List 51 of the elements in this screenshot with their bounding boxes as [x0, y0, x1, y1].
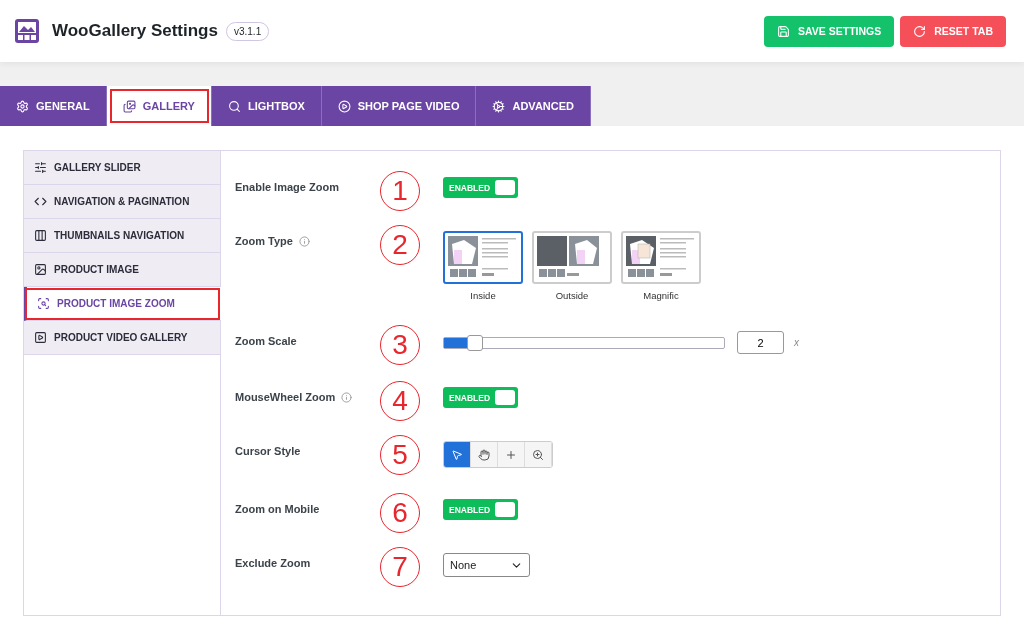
cursor-option[interactable]	[525, 442, 552, 467]
tab[interactable]: SHOP PAGE VIDEO	[321, 86, 477, 126]
logo-icon	[14, 18, 40, 44]
zoom-frame-icon	[37, 297, 50, 310]
pointer-icon	[451, 448, 463, 461]
setting-label: Zoom Type	[235, 235, 293, 247]
sidebar-item[interactable]: GALLERY SLIDER	[24, 151, 220, 185]
option-label: Outside	[555, 290, 589, 301]
setting-label: Exclude Zoom	[235, 557, 311, 569]
cursor-option[interactable]	[498, 442, 525, 467]
gallery-icon	[122, 99, 136, 113]
sidebar-item[interactable]: PRODUCT IMAGE	[24, 253, 220, 287]
cursor-option[interactable]	[471, 442, 498, 467]
page-title: WooGallery Settings	[52, 21, 218, 41]
sidebar-item[interactable]: THUMBNAILS NAVIGATION	[24, 219, 220, 253]
hand-icon	[478, 448, 490, 461]
info-icon[interactable]	[298, 235, 310, 247]
option-label: Magnific	[643, 290, 679, 301]
save-icon	[777, 24, 790, 38]
setting-label: Enable Image Zoom	[235, 181, 339, 193]
zoom-type-option[interactable]	[443, 231, 523, 284]
setting-label: Cursor Style	[235, 445, 301, 457]
number-field[interactable]: 2	[737, 331, 784, 354]
tab[interactable]: GALLERY	[106, 86, 212, 126]
option-label: Inside	[470, 290, 496, 301]
dropdown[interactable]: None	[443, 553, 530, 577]
columns-icon	[34, 229, 47, 242]
slider-thumb[interactable]	[466, 334, 483, 351]
cog-icon	[492, 99, 506, 113]
unit-label: x	[794, 337, 799, 348]
code-icon	[34, 195, 47, 208]
tab[interactable]: ADVANCED	[476, 86, 591, 126]
cursor-option[interactable]	[444, 442, 471, 467]
tab[interactable]: GENERAL	[0, 86, 107, 126]
gear-icon	[16, 99, 29, 113]
reset-icon	[913, 24, 927, 38]
video-icon	[34, 331, 47, 344]
setting-label: Zoom on Mobile	[235, 503, 320, 515]
info-icon[interactable]	[341, 391, 353, 403]
setting-label: MouseWheel Zoom	[235, 391, 336, 403]
zoom-in-icon	[532, 448, 544, 461]
plus-icon	[505, 448, 517, 461]
search-icon	[227, 99, 241, 113]
image-icon	[34, 263, 47, 276]
sidebar-item[interactable]: PRODUCT VIDEO GALLERY	[24, 321, 220, 355]
tab[interactable]: LIGHTBOX	[211, 86, 322, 126]
sidebar-item[interactable]: PRODUCT IMAGE ZOOM	[24, 287, 221, 321]
sidebar-item[interactable]: NAVIGATION & PAGINATION	[24, 185, 220, 219]
setting-label: Zoom Scale	[235, 335, 297, 347]
sliders-icon	[34, 161, 47, 174]
play-icon	[337, 99, 351, 113]
